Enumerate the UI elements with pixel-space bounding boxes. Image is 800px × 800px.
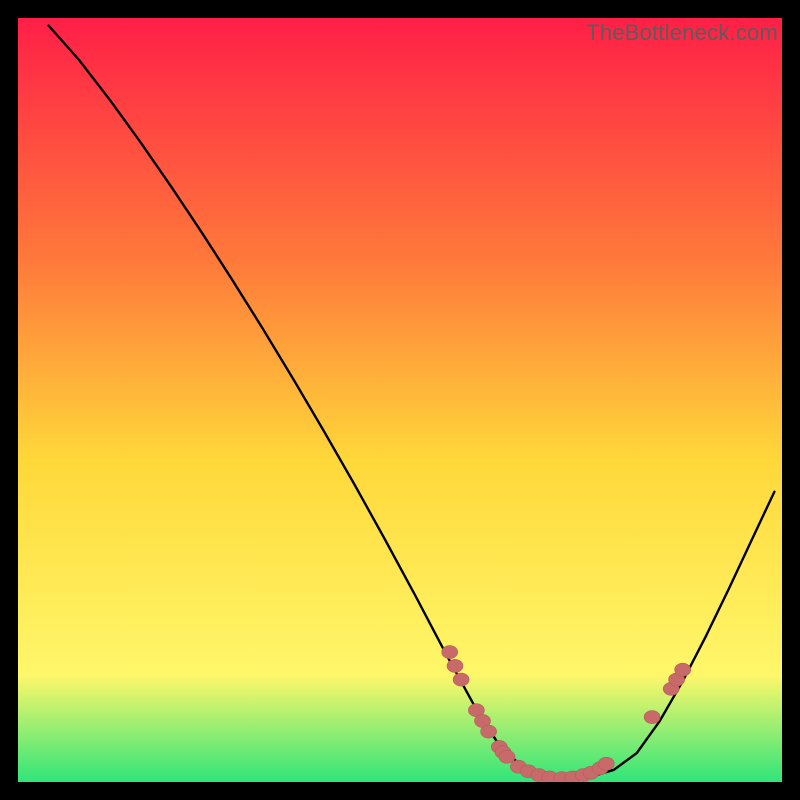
curve-marker <box>453 673 469 686</box>
curve-marker <box>675 663 691 676</box>
curve-marker <box>598 757 614 770</box>
curve-marker <box>499 750 515 763</box>
curve-marker <box>442 646 458 659</box>
curve-marker <box>447 659 463 672</box>
curve-marker <box>644 711 660 724</box>
curve-marker <box>481 725 497 738</box>
chart-frame: TheBottleneck.com <box>18 18 782 782</box>
chart-svg <box>18 18 782 782</box>
watermark-text: TheBottleneck.com <box>586 20 778 46</box>
